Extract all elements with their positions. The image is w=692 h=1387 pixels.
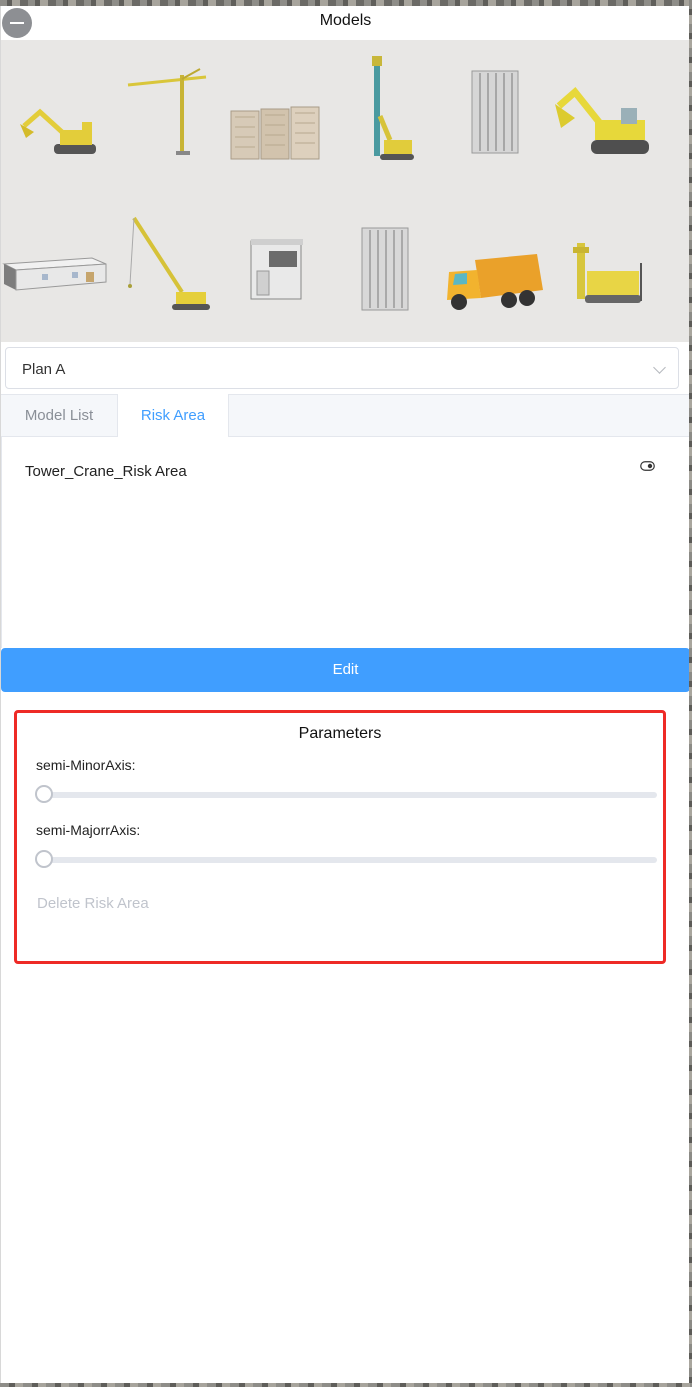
slider-track xyxy=(39,857,657,863)
background-strip-bottom xyxy=(0,1383,692,1387)
plan-select-value: Plan A xyxy=(22,361,66,378)
models-panel: Models Plan A Model List Risk Area Tower… xyxy=(0,6,689,1383)
semi-minor-axis-label: semi-MinorAxis: xyxy=(36,757,136,773)
excavator-large-icon xyxy=(555,86,649,154)
model-thumb-excavator-small[interactable] xyxy=(3,70,111,198)
model-thumb-pile-driver[interactable] xyxy=(331,48,439,176)
model-thumb-steel-formwork[interactable] xyxy=(441,48,549,176)
model-thumb-excavator-large[interactable] xyxy=(547,60,655,188)
model-thumb-tower-crane[interactable] xyxy=(115,48,223,176)
model-thumb-formwork-panels[interactable] xyxy=(221,70,329,198)
slider-handle[interactable] xyxy=(35,850,53,868)
formwork-panel-icon xyxy=(361,227,409,311)
edit-button[interactable]: Edit xyxy=(1,648,689,692)
drilling-rig-icon xyxy=(573,243,642,303)
slider-track xyxy=(39,792,657,798)
model-thumb-guard-booth[interactable] xyxy=(223,206,331,334)
model-thumb-drilling-rig[interactable] xyxy=(553,210,661,338)
model-gallery xyxy=(1,40,689,342)
model-thumb-site-office[interactable] xyxy=(1,210,109,338)
eye-toggle-icon[interactable] xyxy=(640,461,655,471)
plan-select[interactable]: Plan A xyxy=(5,347,679,389)
tab-risk-area[interactable]: Risk Area xyxy=(117,394,229,438)
risk-area-item-label[interactable]: Tower_Crane_Risk Area xyxy=(25,463,187,480)
semi-major-axis-label: semi-MajorrAxis: xyxy=(36,822,141,838)
pile-driver-icon xyxy=(372,56,414,160)
tower-crane-icon xyxy=(127,68,207,155)
slider-handle[interactable] xyxy=(35,785,53,803)
garbage-truck-icon xyxy=(447,254,543,310)
model-thumb-crawler-crane[interactable] xyxy=(113,200,221,328)
semi-minor-axis-slider[interactable] xyxy=(35,785,657,803)
crawler-crane-icon xyxy=(128,216,210,310)
semi-major-axis-slider[interactable] xyxy=(35,850,657,868)
risk-area-list: Tower_Crane_Risk Area xyxy=(1,437,689,648)
model-thumb-formwork-panel[interactable] xyxy=(331,205,439,333)
tab-model-list[interactable]: Model List xyxy=(1,394,117,437)
panel-title: Models xyxy=(319,12,372,29)
model-thumb-garbage-truck[interactable] xyxy=(439,218,547,346)
panel-header: Models xyxy=(1,6,689,40)
delete-risk-area-button[interactable]: Delete Risk Area xyxy=(37,895,149,912)
parameters-title: Parameters xyxy=(298,725,382,742)
steel-formwork-icon xyxy=(471,70,519,154)
parameters-panel: Parameters semi-MinorAxis: semi-MajorrAx… xyxy=(14,710,666,964)
chevron-down-icon xyxy=(653,361,666,374)
tab-bar: Model List Risk Area xyxy=(1,394,689,438)
formwork-panels-icon xyxy=(230,106,320,160)
guard-booth-icon xyxy=(250,239,303,300)
excavator-small-icon xyxy=(20,108,96,154)
site-office-container-icon xyxy=(2,257,107,291)
